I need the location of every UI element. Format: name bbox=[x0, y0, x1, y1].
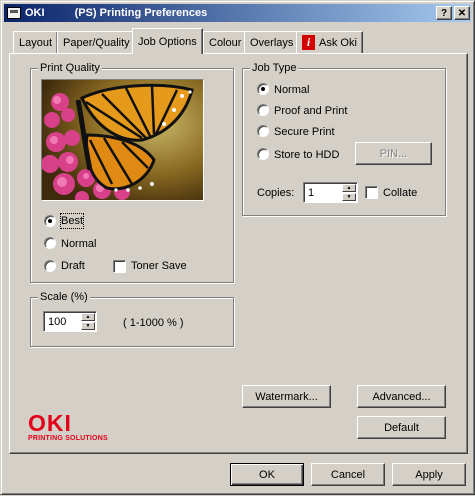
logo-tagline: PRINTING SOLUTIONS bbox=[28, 435, 108, 442]
ok-button[interactable]: OK bbox=[230, 463, 304, 486]
toner-save-checkbox[interactable] bbox=[113, 260, 126, 273]
pin-button[interactable]: PIN... bbox=[355, 142, 432, 165]
job-secure-print-radio[interactable] bbox=[257, 125, 269, 137]
printing-preferences-dialog: OKI (PS) Printing Preferences ? ✕ Layout… bbox=[0, 0, 475, 495]
oki-logo: OKI PRINTING SOLUTIONS bbox=[28, 412, 108, 443]
quality-normal-radio[interactable] bbox=[44, 237, 56, 249]
logo-wordmark: OKI bbox=[28, 410, 72, 436]
job-proof-print-radio[interactable] bbox=[257, 104, 269, 116]
quality-normal-label[interactable]: Normal bbox=[61, 237, 96, 251]
collate-checkbox[interactable] bbox=[365, 186, 378, 199]
job-type-legend: Job Type bbox=[250, 62, 299, 75]
print-quality-preview-image bbox=[41, 79, 204, 201]
cancel-button[interactable]: Cancel bbox=[311, 463, 385, 486]
job-normal-radio[interactable] bbox=[257, 83, 269, 95]
default-button[interactable]: Default bbox=[357, 416, 446, 439]
toner-save-label[interactable]: Toner Save bbox=[131, 259, 187, 273]
spin-up-icon[interactable]: ▲ bbox=[81, 313, 95, 321]
print-quality-legend: Print Quality bbox=[38, 62, 102, 75]
butterfly-image bbox=[42, 80, 203, 200]
quality-best-radio[interactable] bbox=[44, 215, 56, 227]
watermark-button[interactable]: Watermark... bbox=[242, 385, 331, 408]
apply-button[interactable]: Apply bbox=[392, 463, 466, 486]
job-secure-print-label[interactable]: Secure Print bbox=[274, 125, 335, 139]
copies-label: Copies: bbox=[257, 187, 295, 199]
job-normal-label[interactable]: Normal bbox=[274, 83, 309, 97]
copies-value: 1 bbox=[308, 187, 315, 199]
spin-down-icon[interactable]: ▼ bbox=[81, 322, 95, 330]
quality-draft-radio[interactable] bbox=[44, 260, 56, 272]
spin-down-icon[interactable]: ▼ bbox=[342, 193, 356, 201]
scale-legend: Scale (%) bbox=[38, 291, 90, 304]
copies-spinner[interactable]: 1 ▲ ▼ bbox=[303, 182, 358, 203]
collate-label[interactable]: Collate bbox=[383, 186, 417, 200]
quality-best-label[interactable]: Best bbox=[59, 213, 85, 229]
spin-up-icon[interactable]: ▲ bbox=[342, 184, 356, 192]
scale-spinner[interactable]: 100 ▲ ▼ bbox=[43, 311, 97, 332]
job-proof-print-label[interactable]: Proof and Print bbox=[274, 104, 347, 118]
scale-range-text: ( 1-1000 % ) bbox=[123, 317, 184, 329]
scale-value: 100 bbox=[48, 316, 67, 328]
quality-draft-label[interactable]: Draft bbox=[61, 259, 85, 273]
advanced-button[interactable]: Advanced... bbox=[357, 385, 446, 408]
job-store-hdd-label[interactable]: Store to HDD bbox=[274, 148, 339, 162]
job-store-hdd-radio[interactable] bbox=[257, 148, 269, 160]
